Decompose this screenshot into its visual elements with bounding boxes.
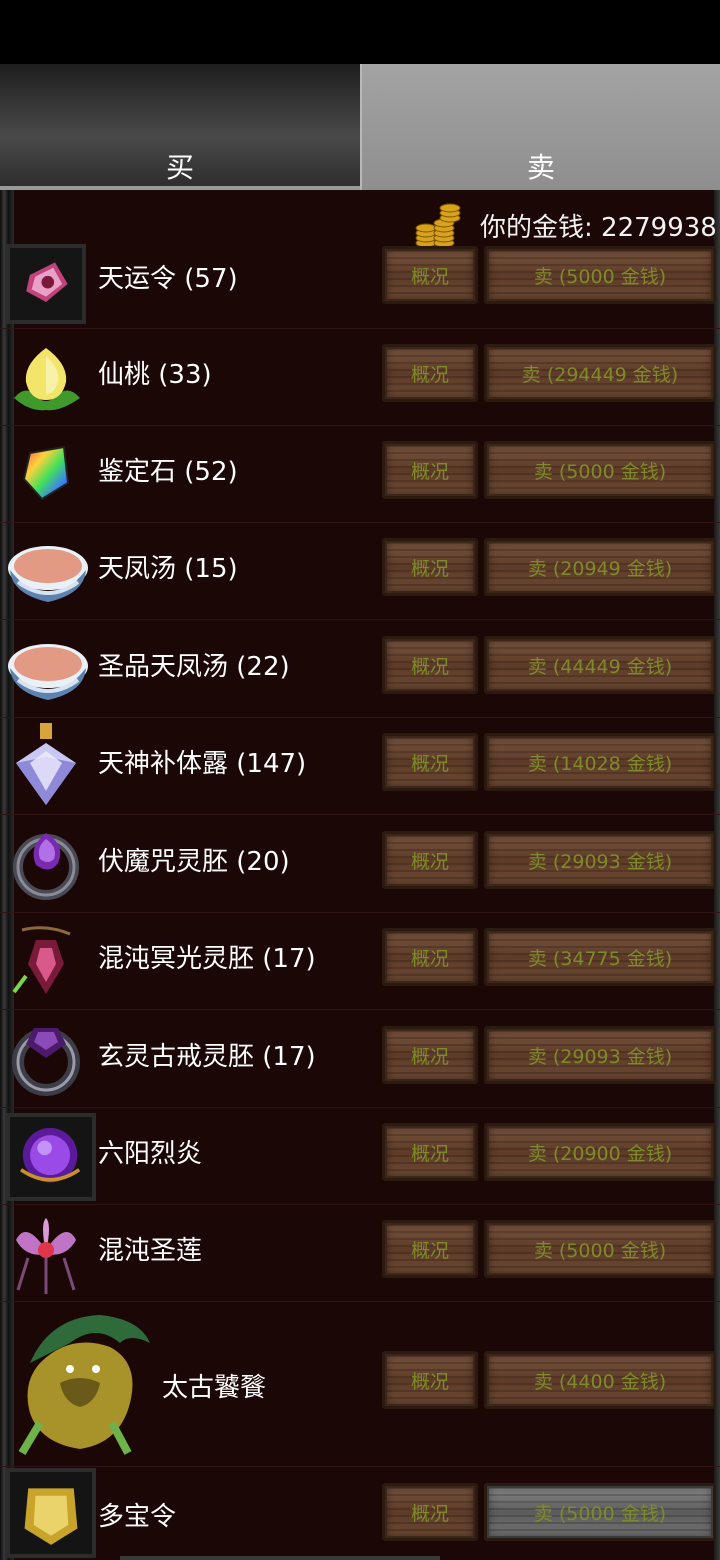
money-amount: 你的金钱: 2279938 (480, 212, 717, 243)
detail-button[interactable]: 概况 (382, 538, 478, 596)
list-item: 天运令 (57) 概况 卖 (5000 金钱) (0, 242, 720, 329)
item-name: 玄灵古戒灵胚 (17) (98, 1042, 316, 1072)
list-item: 天神补体露 (147) 概况 卖 (14028 金钱) (0, 717, 720, 815)
list-item: 太古饕餮 概况 卖 (4400 金钱) (0, 1301, 720, 1467)
detail-button[interactable]: 概况 (382, 1123, 478, 1181)
gold-token-icon (6, 1468, 96, 1558)
list-item: 鉴定石 (52) 概况 卖 (5000 金钱) (0, 425, 720, 523)
soup-bowl-icon (8, 546, 88, 602)
tab-buy-label: 买 (165, 151, 194, 184)
item-name: 天神补体露 (147) (98, 749, 307, 779)
item-name: 仙桃 (33) (98, 360, 212, 390)
status-bar (0, 0, 720, 64)
soup-bowl-icon (8, 644, 88, 700)
detail-button[interactable]: 概况 (382, 1483, 478, 1541)
item-name: 鉴定石 (52) (98, 457, 238, 487)
list-item: 天凤汤 (15) 概况 卖 (20949 金钱) (0, 522, 720, 620)
sell-button[interactable]: 卖 (29093 金钱) (484, 831, 716, 889)
detail-button[interactable]: 概况 (382, 831, 478, 889)
list-item: 仙桃 (33) 概况 卖 (294449 金钱) (0, 328, 720, 426)
purple-ring-icon (13, 833, 79, 900)
detail-button[interactable]: 概况 (382, 344, 478, 402)
sell-list-panel: 你的金钱: 2279938 天运令 (57) 概况 卖 (5000 金钱) 仙桃… (0, 190, 720, 1560)
list-item: 六阳烈炎 概况 卖 (20900 金钱) (0, 1107, 720, 1205)
sell-button[interactable]: 卖 (14028 金钱) (484, 733, 716, 791)
list-item: 伏魔咒灵胚 (20) 概况 卖 (29093 金钱) (0, 815, 720, 913)
sell-button[interactable]: 卖 (34775 金钱) (484, 928, 716, 986)
list-item: 多宝令 概况 卖 (5000 金钱) (0, 1466, 720, 1560)
list-item: 玄灵古戒灵胚 (17) 概况 卖 (29093 金钱) (0, 1010, 720, 1108)
dark-ring-icon (12, 1028, 80, 1096)
tab-sell[interactable]: 卖 (360, 64, 720, 190)
trade-tabs: 买 卖 (0, 64, 720, 190)
sell-button[interactable]: 卖 (5000 金钱) (484, 1483, 716, 1541)
detail-button[interactable]: 概况 (382, 1220, 478, 1278)
lotus-flower-icon (16, 1218, 76, 1294)
item-name: 天凤汤 (15) (98, 554, 238, 584)
sell-button[interactable]: 卖 (29093 金钱) (484, 1026, 716, 1084)
peach-icon (14, 348, 80, 411)
tab-sell-label: 卖 (526, 151, 555, 184)
purple-orb-icon (6, 1113, 96, 1201)
item-name: 混沌冥光灵胚 (17) (98, 944, 316, 974)
detail-button[interactable]: 概况 (382, 1351, 478, 1409)
list-item: 混沌冥光灵胚 (17) 概况 卖 (34775 金钱) (0, 912, 720, 1010)
scrollbar[interactable] (120, 1556, 440, 1560)
item-name: 多宝令 (98, 1502, 177, 1532)
detail-button[interactable]: 概况 (382, 636, 478, 694)
item-name: 太古饕餮 (162, 1373, 267, 1403)
potion-bottle-icon (16, 723, 76, 805)
sell-button[interactable]: 卖 (20949 金钱) (484, 538, 716, 596)
item-name: 伏魔咒灵胚 (20) (98, 847, 290, 877)
item-name: 混沌圣莲 (98, 1236, 203, 1266)
token-charm-icon (6, 244, 86, 324)
sell-button[interactable]: 卖 (4400 金钱) (484, 1351, 716, 1409)
detail-button[interactable]: 概况 (382, 733, 478, 791)
tab-buy[interactable]: 买 (0, 64, 360, 190)
item-name: 六阳烈炎 (98, 1139, 203, 1169)
item-name: 圣品天凤汤 (22) (98, 652, 290, 682)
list-item: 混沌圣莲 概况 卖 (5000 金钱) (0, 1204, 720, 1302)
detail-button[interactable]: 概况 (382, 928, 478, 986)
detail-button[interactable]: 概况 (382, 1026, 478, 1084)
sell-button[interactable]: 卖 (5000 金钱) (484, 246, 716, 304)
rainbow-gem-icon (22, 445, 70, 501)
detail-button[interactable]: 概况 (382, 441, 478, 499)
detail-button[interactable]: 概况 (382, 246, 478, 304)
beast-icon (18, 1315, 150, 1456)
sell-button[interactable]: 卖 (5000 金钱) (484, 1220, 716, 1278)
list-item: 圣品天凤汤 (22) 概况 卖 (44449 金钱) (0, 620, 720, 718)
sell-button[interactable]: 卖 (20900 金钱) (484, 1123, 716, 1181)
item-name: 天运令 (57) (98, 264, 238, 294)
sell-button[interactable]: 卖 (44449 金钱) (484, 636, 716, 694)
pendant-icon (12, 926, 71, 994)
sell-button[interactable]: 卖 (5000 金钱) (484, 441, 716, 499)
sell-button[interactable]: 卖 (294449 金钱) (484, 344, 716, 402)
